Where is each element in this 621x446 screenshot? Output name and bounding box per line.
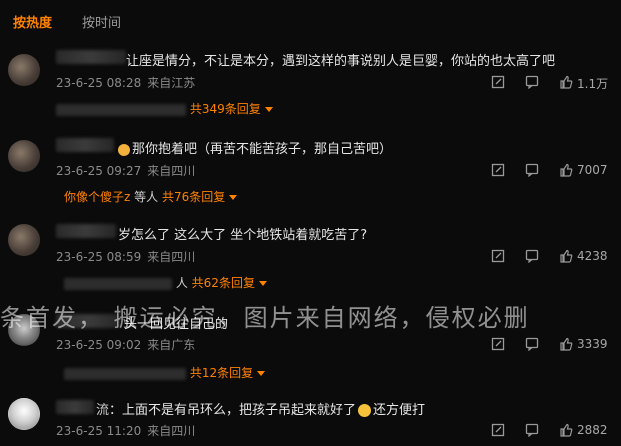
reply-summary: 人 共62条回复 <box>64 274 267 291</box>
caret-down-icon <box>264 107 273 112</box>
comment-item: 岁怎么了 这么大了 坐个地铁站着就吃苦了? 23-6-25 08:59 来自四川 … <box>0 218 621 290</box>
avatar[interactable] <box>8 314 40 346</box>
sort-tabs: 按热度 按时间 <box>0 0 621 40</box>
comment-icon[interactable] <box>525 422 539 437</box>
comment-meta: 23-6-25 08:59 来自四川 <box>56 248 195 265</box>
like-count: 4238 <box>577 249 608 263</box>
reply-icon[interactable] <box>491 162 505 177</box>
comment-text: 那你抱着吧（再苦不能苦孩子，那自己苦吧） <box>118 138 392 157</box>
comment-item: 那你抱着吧（再苦不能苦孩子，那自己苦吧） 23-6-25 09:27 来自四川 7… <box>0 130 621 210</box>
username-masked <box>56 138 114 152</box>
avatar[interactable] <box>8 140 40 172</box>
comment-item: 头一回见往自己的 23-6-25 09:02 来自广东 3339 共12条回复 <box>0 306 621 386</box>
username-masked <box>56 400 94 414</box>
reply-others: 等人 <box>134 190 159 204</box>
comment-text-tail: 还方便打 <box>373 403 426 418</box>
reply-icon[interactable] <box>491 422 505 437</box>
like-icon[interactable] <box>559 422 573 437</box>
reply-count-link[interactable]: 共76条回复 <box>162 190 225 204</box>
like-count: 2882 <box>577 423 608 437</box>
like-icon[interactable] <box>559 248 573 263</box>
reply-icon[interactable] <box>491 336 505 351</box>
comment-text-body: 上面不是有吊环么，把孩子吊起来就好了 <box>122 403 357 418</box>
like-count: 3339 <box>577 337 608 351</box>
reply-count-link[interactable]: 共12条回复 <box>190 366 253 380</box>
comment-meta: 23-6-25 11:20 来自四川 <box>56 422 195 439</box>
comment-location: 来自江苏 <box>147 76 196 90</box>
like-count: 7007 <box>577 163 608 177</box>
reply-others: 人 <box>175 276 188 290</box>
reply-icon[interactable] <box>491 248 505 263</box>
comment-meta: 23-6-25 09:02 来自广东 <box>56 336 195 353</box>
comment-icon[interactable] <box>525 74 539 89</box>
comment-item: 让座是情分，不让是本分，遇到这样的事说别人是巨婴，你站的也太高了吧 23-6-2… <box>0 44 621 122</box>
comment-time: 23-6-25 09:27 <box>56 164 142 178</box>
comment-actions: 4238 <box>491 248 611 264</box>
comment-location: 来自四川 <box>147 250 196 264</box>
username-masked <box>56 50 126 64</box>
comment-meta: 23-6-25 08:28 来自江苏 <box>56 74 195 91</box>
comment-actions: 3339 <box>491 336 611 352</box>
username-suffix: 流 <box>96 403 110 418</box>
tab-by-hot[interactable]: 按热度 <box>13 12 52 31</box>
comment-icon[interactable] <box>525 336 539 351</box>
like-icon[interactable] <box>559 74 573 89</box>
comment-location: 来自四川 <box>147 424 196 438</box>
reply-users-masked <box>56 103 186 116</box>
avatar[interactable] <box>8 54 40 86</box>
reply-users-masked <box>64 367 186 380</box>
caret-down-icon <box>257 371 266 376</box>
crown-emoji-icon <box>118 143 130 156</box>
comment-time: 23-6-25 08:59 <box>56 250 142 264</box>
comment-text-body: 那你抱着吧（再苦不能苦孩子，那自己苦吧） <box>132 142 393 157</box>
reply-username[interactable]: 你像个傻子z <box>64 190 130 204</box>
comment-text: 头一回见往自己的 <box>124 317 229 332</box>
comment-time: 23-6-25 11:20 <box>56 424 142 438</box>
reply-summary: 共349条回复 <box>56 100 273 117</box>
avatar[interactable] <box>8 224 40 256</box>
comment-time: 23-6-25 09:02 <box>56 338 142 352</box>
username-masked <box>56 224 116 238</box>
comment-text: 岁怎么了 这么大了 坐个地铁站着就吃苦了? <box>118 228 368 243</box>
caret-down-icon <box>258 281 267 286</box>
like-icon[interactable] <box>559 336 573 351</box>
comment-icon[interactable] <box>525 162 539 177</box>
reply-summary: 共12条回复 <box>64 364 266 381</box>
comment-meta: 23-6-25 09:27 来自四川 <box>56 162 195 179</box>
tab-by-time[interactable]: 按时间 <box>82 12 121 31</box>
like-count: 1.1万 <box>577 77 609 91</box>
comment-actions: 1.1万 <box>491 74 611 91</box>
comment-location: 来自四川 <box>147 164 196 178</box>
comment-icon[interactable] <box>525 248 539 263</box>
avatar[interactable] <box>8 398 40 430</box>
caret-down-icon <box>229 195 238 200</box>
reply-count-link[interactable]: 共62条回复 <box>192 276 255 290</box>
username-masked <box>56 314 120 328</box>
comment-text: 流：上面不是有吊环么，把孩子吊起来就好了 还方便打 <box>96 403 426 418</box>
like-icon[interactable] <box>559 162 573 177</box>
comment-location: 来自广东 <box>147 338 196 352</box>
face-emoji-icon <box>358 404 372 417</box>
comment-actions: 7007 <box>491 162 611 178</box>
reply-users-masked <box>64 277 172 290</box>
comment-time: 23-6-25 08:28 <box>56 76 142 90</box>
reply-summary: 你像个傻子z 等人 共76条回复 <box>64 188 238 205</box>
comment-item: 流：上面不是有吊环么，把孩子吊起来就好了 还方便打 23-6-25 11:20 来自… <box>0 392 621 446</box>
reply-count-link[interactable]: 共349条回复 <box>190 102 261 116</box>
comment-actions: 2882 <box>491 422 611 438</box>
comment-text: 让座是情分，不让是本分，遇到这样的事说别人是巨婴，你站的也太高了吧 <box>126 54 556 69</box>
reply-icon[interactable] <box>491 74 505 89</box>
